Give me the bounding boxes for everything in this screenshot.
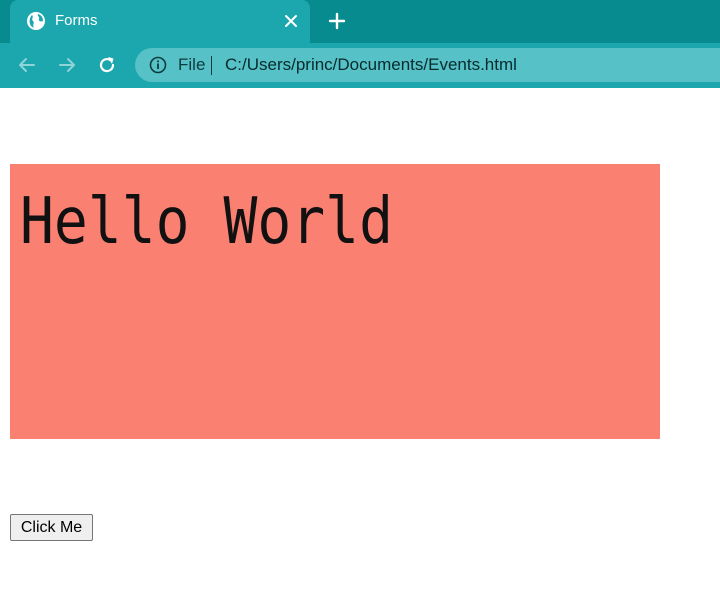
browser-titlebar: Forms bbox=[0, 0, 720, 43]
info-icon[interactable] bbox=[149, 56, 167, 74]
new-tab-plus-icon[interactable] bbox=[327, 11, 347, 31]
address-bar[interactable]: File C:/Users/princ/Documents/Events.htm… bbox=[135, 48, 720, 82]
scheme-label: File bbox=[178, 55, 206, 74]
click-me-button[interactable]: Click Me bbox=[10, 514, 93, 541]
url-text[interactable]: C:/Users/princ/Documents/Events.html bbox=[225, 56, 517, 74]
close-icon[interactable] bbox=[282, 12, 300, 30]
tab-title: Forms bbox=[55, 12, 98, 29]
globe-icon bbox=[27, 12, 45, 30]
omnibox-divider bbox=[211, 56, 212, 75]
forward-arrow-icon[interactable] bbox=[56, 54, 78, 76]
hello-world-text: Hello World bbox=[20, 185, 393, 259]
hello-world-box: Hello World bbox=[10, 164, 660, 439]
back-arrow-icon[interactable] bbox=[16, 54, 38, 76]
browser-toolbar: File C:/Users/princ/Documents/Events.htm… bbox=[0, 43, 720, 88]
browser-tab[interactable]: Forms bbox=[10, 0, 310, 43]
reload-icon[interactable] bbox=[96, 54, 118, 76]
